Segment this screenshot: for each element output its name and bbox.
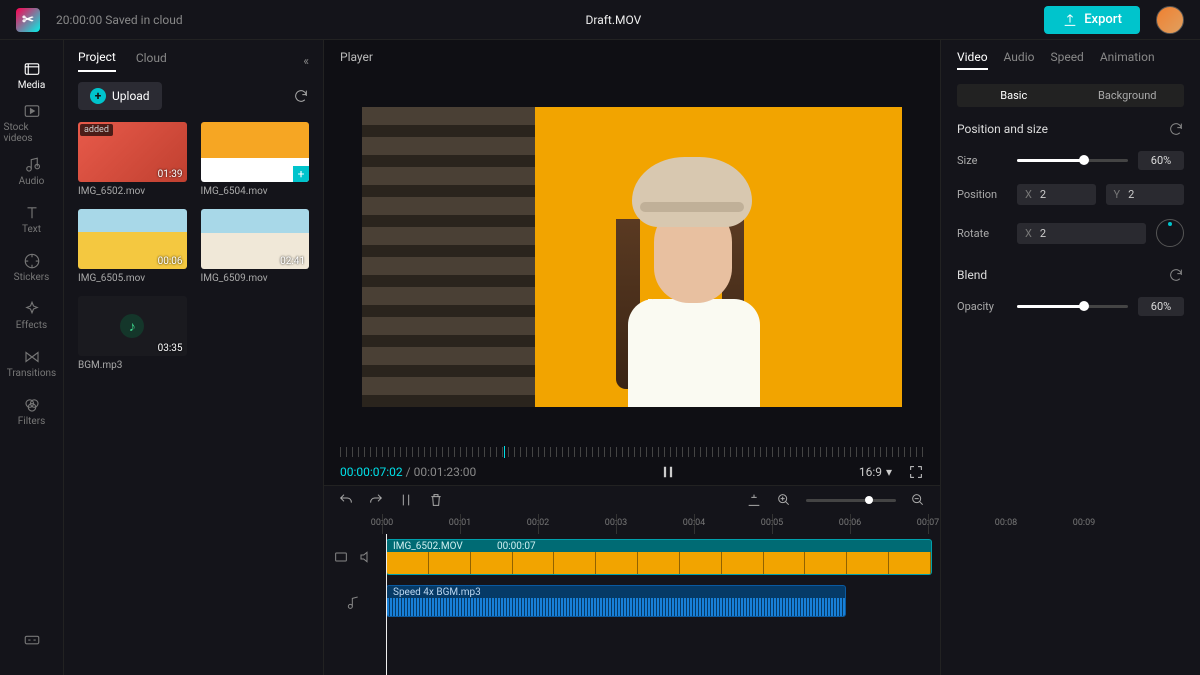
subtab-basic[interactable]: Basic <box>957 84 1071 107</box>
add-media-icon[interactable]: + <box>293 166 309 182</box>
side-rail: Media Stock videos Audio Text Stickers E… <box>0 40 64 675</box>
media-item[interactable]: 02:41 IMG_6509.mov <box>201 209 310 284</box>
player-scrubber[interactable] <box>340 447 924 457</box>
app-logo: ✂ <box>16 8 40 32</box>
rail-text[interactable]: Text <box>4 196 60 242</box>
tick-label: 00:07 <box>917 518 939 528</box>
rotate-x-input[interactable]: X2 <box>1017 223 1146 244</box>
rail-filters[interactable]: Filters <box>4 388 60 434</box>
tick-label: 00:00 <box>371 518 393 528</box>
tab-cloud[interactable]: Cloud <box>136 51 167 71</box>
refresh-icon[interactable] <box>293 88 309 104</box>
rail-media[interactable]: Media <box>4 52 60 98</box>
position-y-input[interactable]: Y2 <box>1106 184 1185 205</box>
video-clip[interactable]: IMG_6502.MOV 00:00:07 <box>386 539 932 575</box>
tick-label: 00:09 <box>1073 518 1095 528</box>
timeline-panel: 00:00 00:01 00:02 00:03 00:04 00:05 00:06 00:07… <box>324 485 940 675</box>
user-avatar[interactable] <box>1156 6 1184 34</box>
size-value[interactable]: 60% <box>1138 151 1184 170</box>
music-note-icon: ♪ <box>120 314 144 338</box>
audio-track-icon[interactable] <box>345 595 361 611</box>
zoom-slider[interactable] <box>806 499 896 502</box>
playhead[interactable] <box>386 534 387 675</box>
chevron-down-icon: ▾ <box>886 465 892 479</box>
tick-label: 00:03 <box>605 518 627 528</box>
rotate-knob[interactable] <box>1156 219 1184 247</box>
tick-label: 00:08 <box>995 518 1017 528</box>
size-slider[interactable] <box>1017 159 1128 162</box>
media-item[interactable]: 00:06 IMG_6505.mov <box>78 209 187 284</box>
rail-stock-videos[interactable]: Stock videos <box>4 100 60 146</box>
ptab-animation[interactable]: Animation <box>1100 50 1155 70</box>
mute-icon[interactable] <box>357 549 373 565</box>
rail-transitions[interactable]: Transitions <box>4 340 60 386</box>
fullscreen-button[interactable] <box>908 464 924 480</box>
player-stage[interactable] <box>324 74 940 439</box>
section-position-size: Position and size <box>957 122 1048 136</box>
undo-button[interactable] <box>338 492 354 508</box>
zoom-in-button[interactable] <box>776 492 792 508</box>
reset-position-button[interactable] <box>1168 121 1184 137</box>
plus-icon: + <box>90 88 106 104</box>
delete-button[interactable] <box>428 492 444 508</box>
video-track-icon[interactable] <box>333 549 349 565</box>
tick-label: 00:01 <box>449 518 471 528</box>
ptab-speed[interactable]: Speed <box>1050 50 1083 70</box>
aspect-ratio-button[interactable]: 16:9▾ <box>859 465 892 479</box>
marker-button[interactable] <box>746 492 762 508</box>
media-item[interactable]: added01:39 IMG_6502.mov <box>78 122 187 197</box>
rail-effects[interactable]: Effects <box>4 292 60 338</box>
timeline-ruler[interactable]: 00:0000:0100:0200:0300:0400:0500:0600:07… <box>382 514 940 534</box>
player-label: Player <box>324 40 940 74</box>
opacity-value[interactable]: 60% <box>1138 297 1184 316</box>
redo-button[interactable] <box>368 492 384 508</box>
media-item[interactable]: ♪03:35 BGM.mp3 <box>78 296 187 371</box>
ptab-video[interactable]: Video <box>957 50 988 70</box>
current-time: 00:00:07:02 <box>340 465 403 479</box>
properties-panel: Video Audio Speed Animation Basic Backgr… <box>940 40 1200 675</box>
audio-clip[interactable]: Speed 4x BGM.mp3 <box>386 585 846 617</box>
tick-label: 00:05 <box>761 518 783 528</box>
upload-icon <box>1062 12 1078 28</box>
ptab-audio[interactable]: Audio <box>1004 50 1035 70</box>
rail-audio[interactable]: Audio <box>4 148 60 194</box>
subtab-background[interactable]: Background <box>1071 84 1185 107</box>
project-title: Draft.MOV <box>199 13 1029 27</box>
topbar: ✂ 20:00:00 Saved in cloud Draft.MOV Expo… <box>0 0 1200 40</box>
saved-status: 20:00:00 Saved in cloud <box>56 13 183 27</box>
tab-project[interactable]: Project <box>78 50 116 72</box>
position-x-input[interactable]: X2 <box>1017 184 1096 205</box>
tick-label: 00:06 <box>839 518 861 528</box>
export-button[interactable]: Export <box>1044 6 1140 34</box>
reset-blend-button[interactable] <box>1168 267 1184 283</box>
tick-label: 00:02 <box>527 518 549 528</box>
pause-button[interactable] <box>659 463 677 481</box>
opacity-slider[interactable] <box>1017 305 1128 308</box>
section-blend: Blend <box>957 268 987 282</box>
tick-label: 00:04 <box>683 518 705 528</box>
media-item[interactable]: + IMG_6504.mov <box>201 122 310 197</box>
split-button[interactable] <box>398 492 414 508</box>
total-time: 00:01:23:00 <box>414 465 477 479</box>
upload-button[interactable]: +Upload <box>78 82 162 110</box>
media-panel: Project Cloud « +Upload added01:39 IMG_6… <box>64 40 324 675</box>
rail-stickers[interactable]: Stickers <box>4 244 60 290</box>
rail-captions[interactable] <box>4 617 60 663</box>
zoom-out-button[interactable] <box>910 492 926 508</box>
collapse-panel-button[interactable]: « <box>303 54 309 68</box>
